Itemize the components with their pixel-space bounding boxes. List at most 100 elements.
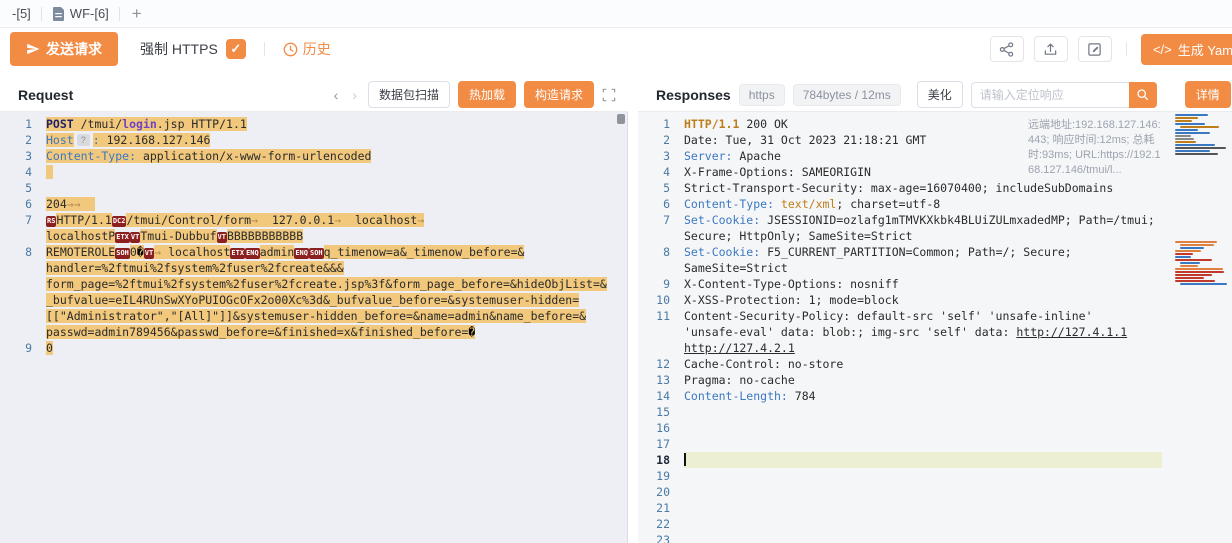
code-line[interactable]: 5Strict-Transport-Security: max-age=1607… bbox=[638, 180, 1232, 196]
compose-button[interactable] bbox=[1078, 36, 1112, 62]
line-number: 15 bbox=[638, 404, 684, 420]
packet-scan-button[interactable]: 数据包扫描 bbox=[368, 81, 450, 108]
code-line[interactable]: 15 bbox=[638, 404, 1232, 420]
force-https-label: 强制 HTTPS bbox=[140, 39, 218, 59]
response-editor[interactable]: 1HTTP/1.1 200 OK2Date: Tue, 31 Oct 2023 … bbox=[638, 112, 1232, 543]
line-content[interactable]: Content-Security-Policy: default-src 'se… bbox=[684, 308, 1162, 356]
line-content[interactable]: Set-Cookie: JSESSIONID=ozlafg1mTMVKXkbk4… bbox=[684, 212, 1162, 244]
generate-yaml-button[interactable]: </> 生成 Yaml bbox=[1141, 34, 1232, 65]
tab-wf6[interactable]: WF-[6] bbox=[42, 0, 119, 27]
code-line[interactable]: 23 bbox=[638, 532, 1232, 543]
search-button[interactable] bbox=[1129, 82, 1157, 108]
toolbar-divider bbox=[1126, 42, 1127, 56]
code-line[interactable]: 11Content-Security-Policy: default-src '… bbox=[638, 308, 1232, 356]
send-request-button[interactable]: 发送请求 bbox=[10, 32, 118, 66]
line-content[interactable]: REMOTEROLESOH0�VT→ localhostETXENQadminE… bbox=[46, 244, 615, 340]
protocol-badge: https bbox=[739, 84, 785, 106]
line-content[interactable]: POST /tmui/login.jsp HTTP/1.1 bbox=[46, 116, 615, 132]
line-content[interactable] bbox=[684, 436, 1162, 452]
code-line[interactable]: 10X-XSS-Protection: 1; mode=block bbox=[638, 292, 1232, 308]
paper-plane-icon bbox=[26, 42, 40, 56]
history-next-button[interactable]: › bbox=[349, 87, 360, 103]
code-line[interactable]: 13Pragma: no-cache bbox=[638, 372, 1232, 388]
code-line[interactable]: 17 bbox=[638, 436, 1232, 452]
force-https-checkbox[interactable]: ✓ bbox=[226, 39, 246, 59]
code-line[interactable]: 19 bbox=[638, 468, 1232, 484]
code-line[interactable]: 7Set-Cookie: JSESSIONID=ozlafg1mTMVKXkbk… bbox=[638, 212, 1232, 244]
line-content[interactable]: Content-Length: 784 bbox=[684, 388, 1162, 404]
search-icon bbox=[1136, 88, 1149, 101]
code-line[interactable]: 18 bbox=[638, 452, 1232, 468]
code-line[interactable]: 16 bbox=[638, 420, 1232, 436]
header-hint-chip[interactable]: ? bbox=[77, 134, 90, 146]
beautify-button[interactable]: 美化 bbox=[917, 81, 963, 108]
code-line[interactable]: 21 bbox=[638, 500, 1232, 516]
line-content[interactable]: Cache-Control: no-store bbox=[684, 356, 1162, 372]
code-line[interactable]: 6204→→ bbox=[0, 196, 627, 212]
line-content[interactable] bbox=[684, 468, 1162, 484]
request-editor[interactable]: 1POST /tmui/login.jsp HTTP/1.12Host?: 19… bbox=[0, 112, 628, 543]
code-line[interactable]: 1POST /tmui/login.jsp HTTP/1.1 bbox=[0, 116, 627, 132]
line-content[interactable]: Host?: 192.168.127.146 bbox=[46, 132, 615, 148]
new-tab-button[interactable]: + bbox=[120, 4, 154, 24]
line-number: 3 bbox=[0, 148, 46, 164]
line-content[interactable]: Strict-Transport-Security: max-age=16070… bbox=[684, 180, 1162, 196]
edit-icon bbox=[1087, 42, 1102, 57]
line-content[interactable] bbox=[684, 500, 1162, 516]
history-prev-button[interactable]: ‹ bbox=[331, 87, 342, 103]
line-number: 7 bbox=[0, 212, 46, 244]
export-button[interactable] bbox=[1034, 36, 1068, 62]
code-line[interactable]: 8REMOTEROLESOH0�VT→ localhostETXENQadmin… bbox=[0, 244, 627, 340]
line-content[interactable] bbox=[46, 164, 615, 180]
details-button[interactable]: 详情 bbox=[1185, 81, 1231, 108]
line-content[interactable]: 204→→ bbox=[46, 196, 615, 212]
code-line[interactable]: 22 bbox=[638, 516, 1232, 532]
line-content[interactable]: Set-Cookie: F5_CURRENT_PARTITION=Common;… bbox=[684, 244, 1162, 276]
tab-wf5[interactable]: -[5] bbox=[2, 0, 41, 27]
request-scrollbar[interactable] bbox=[617, 114, 625, 124]
code-line[interactable]: 90 bbox=[0, 340, 627, 356]
minimap[interactable] bbox=[1174, 114, 1230, 371]
line-content[interactable] bbox=[46, 180, 615, 196]
fullscreen-icon[interactable] bbox=[602, 88, 616, 102]
response-panel: Responses https 784bytes / 12ms 美化 详情 bbox=[638, 78, 1232, 543]
hot-reload-button[interactable]: 热加载 bbox=[458, 81, 516, 108]
line-content[interactable] bbox=[684, 452, 1162, 468]
line-content[interactable] bbox=[684, 420, 1162, 436]
text-cursor bbox=[684, 453, 686, 466]
code-line[interactable]: 7RSHTTP/1.1DC2/tmui/Control/form→ 127.0.… bbox=[0, 212, 627, 244]
history-button[interactable]: 历史 bbox=[283, 39, 331, 59]
workspace: Request ‹ › 数据包扫描 热加载 构造请求 1POST /tmui/l… bbox=[0, 70, 1232, 543]
upload-icon bbox=[1043, 42, 1058, 57]
code-line[interactable]: 9X-Content-Type-Options: nosniff bbox=[638, 276, 1232, 292]
code-line[interactable]: 4 bbox=[0, 164, 627, 180]
line-content[interactable] bbox=[684, 484, 1162, 500]
history-label: 历史 bbox=[303, 39, 331, 59]
panel-divider[interactable] bbox=[628, 78, 638, 543]
code-line[interactable]: 12Cache-Control: no-store bbox=[638, 356, 1232, 372]
line-content[interactable]: Content-Type: text/xml; charset=utf-8 bbox=[684, 196, 1162, 212]
code-line[interactable]: 8Set-Cookie: F5_CURRENT_PARTITION=Common… bbox=[638, 244, 1232, 276]
line-number: 3 bbox=[638, 148, 684, 164]
line-content[interactable]: RSHTTP/1.1DC2/tmui/Control/form→ 127.0.0… bbox=[46, 212, 615, 244]
line-number: 16 bbox=[638, 420, 684, 436]
code-line[interactable]: 5 bbox=[0, 180, 627, 196]
share-button[interactable] bbox=[990, 36, 1024, 62]
line-content[interactable]: X-XSS-Protection: 1; mode=block bbox=[684, 292, 1162, 308]
locate-response-input[interactable] bbox=[971, 82, 1129, 108]
line-content[interactable] bbox=[684, 404, 1162, 420]
line-content[interactable]: 0 bbox=[46, 340, 615, 356]
line-content[interactable]: Pragma: no-cache bbox=[684, 372, 1162, 388]
code-line[interactable]: 14Content-Length: 784 bbox=[638, 388, 1232, 404]
line-content[interactable]: X-Content-Type-Options: nosniff bbox=[684, 276, 1162, 292]
line-number: 7 bbox=[638, 212, 684, 244]
line-content[interactable]: Content-Type: application/x-www-form-url… bbox=[46, 148, 615, 164]
construct-request-button[interactable]: 构造请求 bbox=[524, 81, 594, 108]
code-line[interactable]: 3Content-Type: application/x-www-form-ur… bbox=[0, 148, 627, 164]
code-line[interactable]: 6Content-Type: text/xml; charset=utf-8 bbox=[638, 196, 1232, 212]
line-number: 8 bbox=[0, 244, 46, 340]
code-line[interactable]: 20 bbox=[638, 484, 1232, 500]
line-content[interactable] bbox=[684, 516, 1162, 532]
code-line[interactable]: 2Host?: 192.168.127.146 bbox=[0, 132, 627, 148]
line-content[interactable] bbox=[684, 532, 1162, 543]
